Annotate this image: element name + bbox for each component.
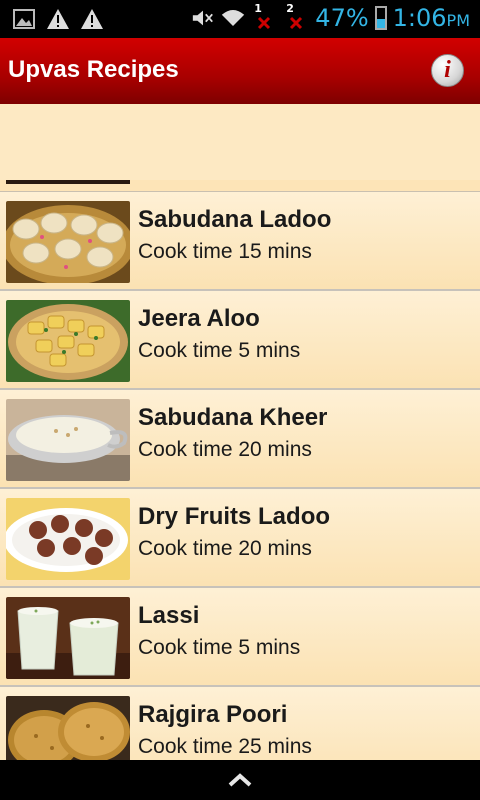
list-item-partial[interactable]: [0, 180, 480, 192]
list-item[interactable]: Jeera Aloo Cook time 5 mins: [0, 291, 480, 390]
list-item[interactable]: Sabudana Ladoo Cook time 15 mins: [0, 192, 480, 291]
sim-no-signal-icon: 1: [251, 2, 277, 32]
app-title: Upvas Recipes: [8, 56, 179, 83]
list-item[interactable]: Sabudana Kheer Cook time 20 mins: [0, 390, 480, 489]
warning-icon: [46, 7, 70, 31]
list-item[interactable]: Lassi Cook time 5 mins: [0, 588, 480, 687]
recipe-title: Lassi: [138, 602, 200, 629]
navigation-bar: [0, 760, 480, 800]
sim1-label: 1: [254, 2, 262, 15]
recipe-title: Dry Fruits Ladoo: [138, 503, 331, 530]
recipe-title: Sabudana Kheer: [138, 404, 328, 431]
sabudana-kheer-image: [6, 399, 130, 481]
notification-icons: [12, 7, 104, 31]
info-button[interactable]: i: [431, 54, 464, 87]
lassi-image: [6, 597, 130, 679]
clock-time: 1:06: [392, 4, 447, 32]
status-bar: 1 2 47% 1:06PM: [0, 0, 480, 38]
recipe-cook-time: Cook time 5 mins: [138, 339, 301, 362]
recipe-cook-time: Cook time 15 mins: [138, 240, 312, 263]
system-icons: 1 2 47% 1:06PM: [191, 2, 470, 32]
battery-icon: [374, 6, 387, 30]
recipe-title: Sabudana Ladoo: [138, 206, 332, 233]
list-item[interactable]: Dry Fruits Ladoo Cook time 20 mins: [0, 489, 480, 588]
action-bar: Upvas Recipes i: [0, 38, 480, 104]
wifi-icon: [221, 6, 245, 30]
chevron-up-icon[interactable]: [227, 770, 253, 790]
recipe-cook-time: Cook time 25 mins: [138, 735, 312, 758]
recipe-cook-time: Cook time 20 mins: [138, 537, 312, 560]
clock: 1:06PM: [393, 4, 470, 32]
battery-percent: 47%: [315, 4, 369, 32]
recipe-cook-time: Cook time 20 mins: [138, 438, 312, 461]
sabudana-ladoo-image: [6, 201, 130, 283]
recipe-list[interactable]: Sabudana Ladoo Cook time 15 mins Jeera A…: [0, 180, 480, 760]
picture-icon: [12, 7, 36, 31]
recipe-title: Jeera Aloo: [138, 305, 260, 332]
mute-icon: [191, 6, 215, 30]
rajgira-poori-image: [6, 696, 130, 760]
sim2-label: 2: [286, 2, 294, 15]
banner-area: [0, 104, 480, 180]
jeera-aloo-image: [6, 300, 130, 382]
list-item[interactable]: Rajgira Poori Cook time 25 mins: [0, 687, 480, 760]
recipe-image: [6, 180, 130, 184]
warning-icon: [80, 7, 104, 31]
info-icon: i: [444, 57, 451, 83]
recipe-title: Rajgira Poori: [138, 701, 288, 728]
recipe-cook-time: Cook time 5 mins: [138, 636, 301, 659]
dry-fruits-ladoo-image: [6, 498, 130, 580]
sim-no-signal-icon: 2: [283, 2, 309, 32]
clock-ampm: PM: [446, 11, 470, 30]
